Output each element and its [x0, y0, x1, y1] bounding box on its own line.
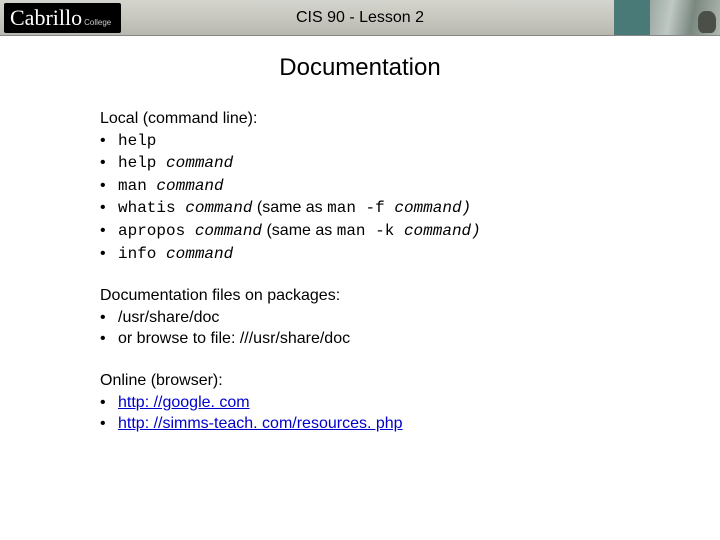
slide-title: Documentation [0, 54, 720, 82]
cmd-text: info [118, 245, 166, 263]
bullet-icon: • [100, 413, 118, 435]
section-heading-local: Local (command line): [100, 108, 660, 130]
bullet-icon: • [100, 220, 118, 243]
cmd-arg: command [156, 177, 223, 195]
item-text: or browse to file: ///usr/share/doc [118, 328, 350, 350]
cmd-arg: command [166, 154, 233, 172]
bullet-icon: • [100, 197, 118, 220]
cmd-text: man [118, 177, 156, 195]
header-bar: Cabrillo College CIS 90 - Lesson 2 [0, 0, 720, 36]
college-logo: Cabrillo College [4, 3, 121, 33]
link-google[interactable]: http: //google. com [118, 392, 250, 414]
note-text: (same as [252, 199, 327, 216]
cmd-arg: command [185, 199, 252, 217]
item-text: /usr/share/doc [118, 307, 219, 329]
list-item: • info command [100, 243, 660, 266]
list-item: • help [100, 130, 660, 153]
list-item: • or browse to file: ///usr/share/doc [100, 328, 660, 350]
cmd-text: help [118, 132, 156, 150]
note-mono: man -k [337, 222, 404, 240]
bullet-icon: • [100, 307, 118, 329]
note-mono-italic: command) [404, 222, 481, 240]
bullet-icon: • [100, 152, 118, 175]
header-title: CIS 90 - Lesson 2 [296, 9, 424, 27]
note-text: (same as [262, 222, 337, 239]
list-item: • http: //google. com [100, 392, 660, 414]
list-item: • help command [100, 152, 660, 175]
section-heading-online: Online (browser): [100, 370, 660, 392]
list-item: • http: //simms-teach. com/resources. ph… [100, 413, 660, 435]
header-photo [650, 0, 720, 35]
header-accent [614, 0, 650, 35]
slide-content: Local (command line): • help • help comm… [100, 108, 660, 435]
list-item: • apropos command (same as man -k comman… [100, 220, 660, 243]
bullet-icon: • [100, 130, 118, 153]
bullet-icon: • [100, 392, 118, 414]
section-heading-packages: Documentation files on packages: [100, 285, 660, 307]
cmd-text: whatis [118, 199, 185, 217]
note-mono-italic: command) [394, 199, 471, 217]
list-item: • /usr/share/doc [100, 307, 660, 329]
cmd-text: apropos [118, 222, 195, 240]
cmd-text: help [118, 154, 166, 172]
cmd-arg: command [166, 245, 233, 263]
bullet-icon: • [100, 243, 118, 266]
logo-sub: College [84, 18, 111, 27]
cmd-arg: command [195, 222, 262, 240]
link-simms-teach[interactable]: http: //simms-teach. com/resources. php [118, 413, 403, 435]
list-item: • man command [100, 175, 660, 198]
list-item: • whatis command (same as man -f command… [100, 197, 660, 220]
note-mono: man -f [327, 199, 394, 217]
bullet-icon: • [100, 328, 118, 350]
bullet-icon: • [100, 175, 118, 198]
logo-main: Cabrillo [10, 5, 82, 31]
